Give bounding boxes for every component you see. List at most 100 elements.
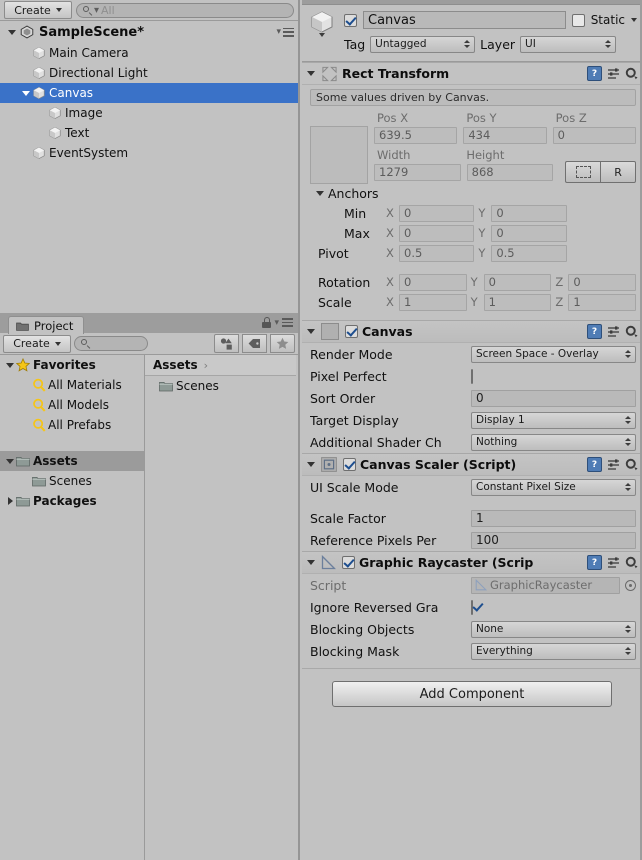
project-tree-item-favorites[interactable]: Favorites [0, 355, 144, 375]
height-input[interactable]: 868 [466, 163, 554, 181]
graphic-raycaster-blocking-mask-dropdown[interactable]: Everything [471, 642, 636, 660]
expand-toggle[interactable] [4, 362, 16, 368]
object-name-input[interactable]: Canvas [363, 11, 566, 29]
project-tab-menu[interactable]: ▾ [262, 317, 293, 328]
expand-toggle[interactable] [4, 458, 16, 464]
layer-dropdown[interactable]: UI [520, 35, 617, 53]
lock-icon[interactable] [262, 317, 272, 328]
search-dropdown-icon[interactable]: ▾ [94, 5, 99, 16]
anchor-min-x-input[interactable]: 0 [399, 204, 475, 222]
project-create-button[interactable]: Create [3, 334, 71, 353]
tag-dropdown[interactable]: Untagged [370, 35, 476, 53]
rotation-y-input[interactable]: 0 [483, 273, 552, 291]
graphic-raycaster-blocking-objects-dropdown[interactable]: None [471, 620, 636, 638]
canvas-render-mode-dropdown[interactable]: Screen Space - Overlay [471, 345, 636, 363]
canvas-scaler-reference-pixels-per-input[interactable]: 100 [471, 531, 636, 549]
breadcrumb[interactable]: Assets › [145, 355, 296, 376]
tab-project[interactable]: Project [8, 316, 85, 334]
canvas-enabled-checkbox[interactable] [345, 325, 358, 338]
scale-y-input[interactable]: 1 [483, 293, 552, 311]
rotation-z-input[interactable]: 0 [568, 273, 637, 291]
hierarchy-item-directional-light[interactable]: Directional Light [0, 63, 298, 83]
preset-icon[interactable] [607, 325, 620, 338]
breadcrumb-assets[interactable]: Assets [153, 358, 198, 372]
project-search-input[interactable] [74, 336, 148, 351]
preset-icon[interactable] [607, 556, 620, 569]
canvas-pixel-perfect-checkbox[interactable] [471, 368, 473, 384]
static-checkbox[interactable] [571, 13, 585, 27]
anchor-max-x-input[interactable]: 0 [399, 224, 475, 242]
canvas-sort-order-input[interactable]: 0 [471, 389, 636, 407]
scene-expand-toggle[interactable] [6, 29, 18, 35]
favorite-star-button[interactable] [270, 334, 295, 353]
canvas-scaler-foldout[interactable] [305, 462, 317, 467]
help-icon[interactable]: ? [587, 66, 602, 81]
project-contents-list[interactable]: Scenes [145, 376, 296, 396]
canvas-scaler-enabled-checkbox[interactable] [343, 458, 356, 471]
width-input[interactable]: 1279 [374, 163, 461, 181]
hierarchy-create-button[interactable]: Create [4, 1, 72, 19]
project-folder-tree[interactable]: Favorites All Materials All Models All Pref… [0, 355, 145, 860]
filter-by-type-button[interactable] [214, 334, 239, 353]
gear-icon[interactable] [625, 556, 638, 569]
graphic-raycaster-foldout[interactable] [305, 560, 317, 565]
hierarchy-item-image[interactable]: Image [0, 103, 298, 123]
raw-edit-button[interactable]: R [600, 161, 637, 183]
pivot-y-input[interactable]: 0.5 [491, 244, 567, 262]
gear-icon[interactable] [625, 325, 638, 338]
component-header-rect-transform[interactable]: Rect Transform ? [302, 62, 642, 85]
project-tree-item-all-models[interactable]: All Models [0, 395, 144, 415]
project-contents-pane[interactable]: Assets › Scenes [145, 355, 296, 860]
canvas-target-display-dropdown[interactable]: Display 1 [471, 411, 636, 429]
component-header-canvas-scaler[interactable]: Canvas Scaler (Script) ? [302, 453, 642, 476]
project-tree-item-scenes[interactable]: Scenes [0, 471, 144, 491]
expand-toggle[interactable] [20, 90, 32, 96]
help-icon[interactable]: ? [587, 324, 602, 339]
hierarchy-item-text[interactable]: Text [0, 123, 298, 143]
preset-icon[interactable] [607, 67, 620, 80]
hierarchy-tree[interactable]: Main Camera Directional Light Canvas Image T… [0, 43, 298, 313]
component-header-graphic-raycaster[interactable]: Graphic Raycaster (Scrip ? [302, 551, 642, 574]
project-tree-item-all-materials[interactable]: All Materials [0, 375, 144, 395]
anchor-max-y-input[interactable]: 0 [491, 224, 567, 242]
canvas-additional-shader-ch-dropdown[interactable]: Nothing [471, 433, 636, 451]
blueprint-mode-button[interactable] [565, 161, 601, 183]
filter-by-label-button[interactable] [242, 334, 267, 353]
anchor-preset-preview[interactable] [310, 126, 368, 184]
object-picker-icon[interactable] [625, 579, 636, 591]
project-tree-item-packages[interactable]: Packages [0, 491, 144, 511]
pos-z-input[interactable]: 0 [552, 126, 636, 144]
script-object-field[interactable]: GraphicRaycaster [471, 576, 620, 594]
help-icon[interactable]: ? [587, 555, 602, 570]
canvas-scaler-scale-factor-input[interactable]: 1 [471, 509, 636, 527]
scene-row[interactable]: SampleScene* ▾ [0, 21, 298, 44]
rotation-x-input[interactable]: 0 [399, 273, 467, 291]
canvas-scaler-ui-scale-mode-dropdown[interactable]: Constant Pixel Size [471, 478, 636, 496]
hierarchy-pane-menu[interactable]: ▾ [144, 27, 294, 37]
object-enabled-checkbox[interactable] [344, 13, 357, 27]
rect-transform-foldout[interactable] [305, 71, 317, 76]
scale-x-input[interactable]: 1 [399, 293, 467, 311]
anchors-foldout[interactable]: Anchors [310, 184, 636, 203]
project-tree-item-all-prefabs[interactable]: All Prefabs [0, 415, 144, 435]
help-icon[interactable]: ? [587, 457, 602, 472]
scale-z-input[interactable]: 1 [568, 293, 637, 311]
hierarchy-item-eventsystem[interactable]: EventSystem [0, 143, 298, 163]
gear-icon[interactable] [625, 458, 638, 471]
canvas-foldout[interactable] [305, 329, 317, 334]
graphic-raycaster-ignore-reversed-gra-checkbox[interactable] [471, 599, 473, 615]
expand-toggle[interactable] [4, 497, 16, 505]
preset-icon[interactable] [607, 458, 620, 471]
hierarchy-search-input[interactable]: ▾ All [76, 2, 294, 18]
pos-y-input[interactable]: 434 [463, 126, 547, 144]
hierarchy-item-main-camera[interactable]: Main Camera [0, 43, 298, 63]
hierarchy-item-canvas[interactable]: Canvas [0, 83, 298, 103]
project-tree-item-assets[interactable]: Assets [0, 451, 144, 471]
gear-icon[interactable] [625, 67, 638, 80]
component-header-canvas[interactable]: Canvas ? [302, 320, 642, 343]
static-dropdown-icon[interactable] [631, 18, 637, 22]
project-asset-item[interactable]: Scenes [145, 376, 296, 396]
pos-x-input[interactable]: 639.5 [374, 126, 458, 144]
graphic-raycaster-enabled-checkbox[interactable] [342, 556, 355, 569]
anchor-min-y-input[interactable]: 0 [491, 204, 567, 222]
